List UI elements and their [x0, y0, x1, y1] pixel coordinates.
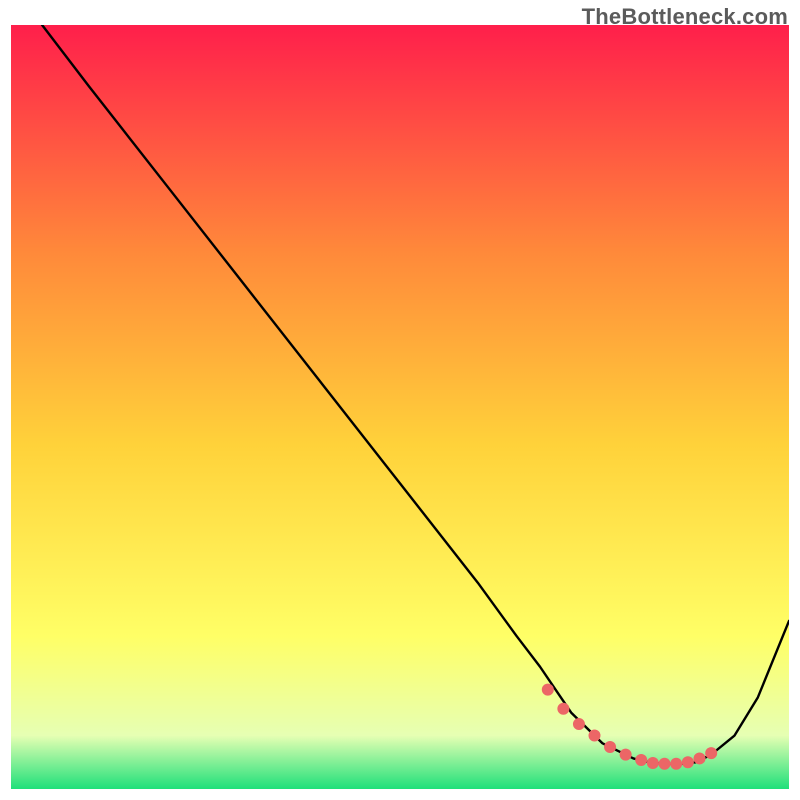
chart-container: TheBottleneck.com: [0, 0, 800, 800]
highlight-marker: [557, 703, 569, 715]
highlight-marker: [620, 749, 632, 761]
highlight-marker: [682, 756, 694, 768]
gradient-background: [11, 25, 789, 789]
chart-svg: [11, 25, 789, 789]
highlight-marker: [694, 752, 706, 764]
highlight-marker: [573, 718, 585, 730]
highlight-marker: [635, 754, 647, 766]
highlight-marker: [659, 758, 671, 770]
highlight-marker: [647, 757, 659, 769]
chart-plot: [11, 25, 789, 789]
highlight-marker: [589, 730, 601, 742]
watermark-text: TheBottleneck.com: [582, 4, 788, 30]
highlight-marker: [705, 747, 717, 759]
highlight-marker: [542, 684, 554, 696]
highlight-marker: [670, 758, 682, 770]
highlight-marker: [604, 741, 616, 753]
